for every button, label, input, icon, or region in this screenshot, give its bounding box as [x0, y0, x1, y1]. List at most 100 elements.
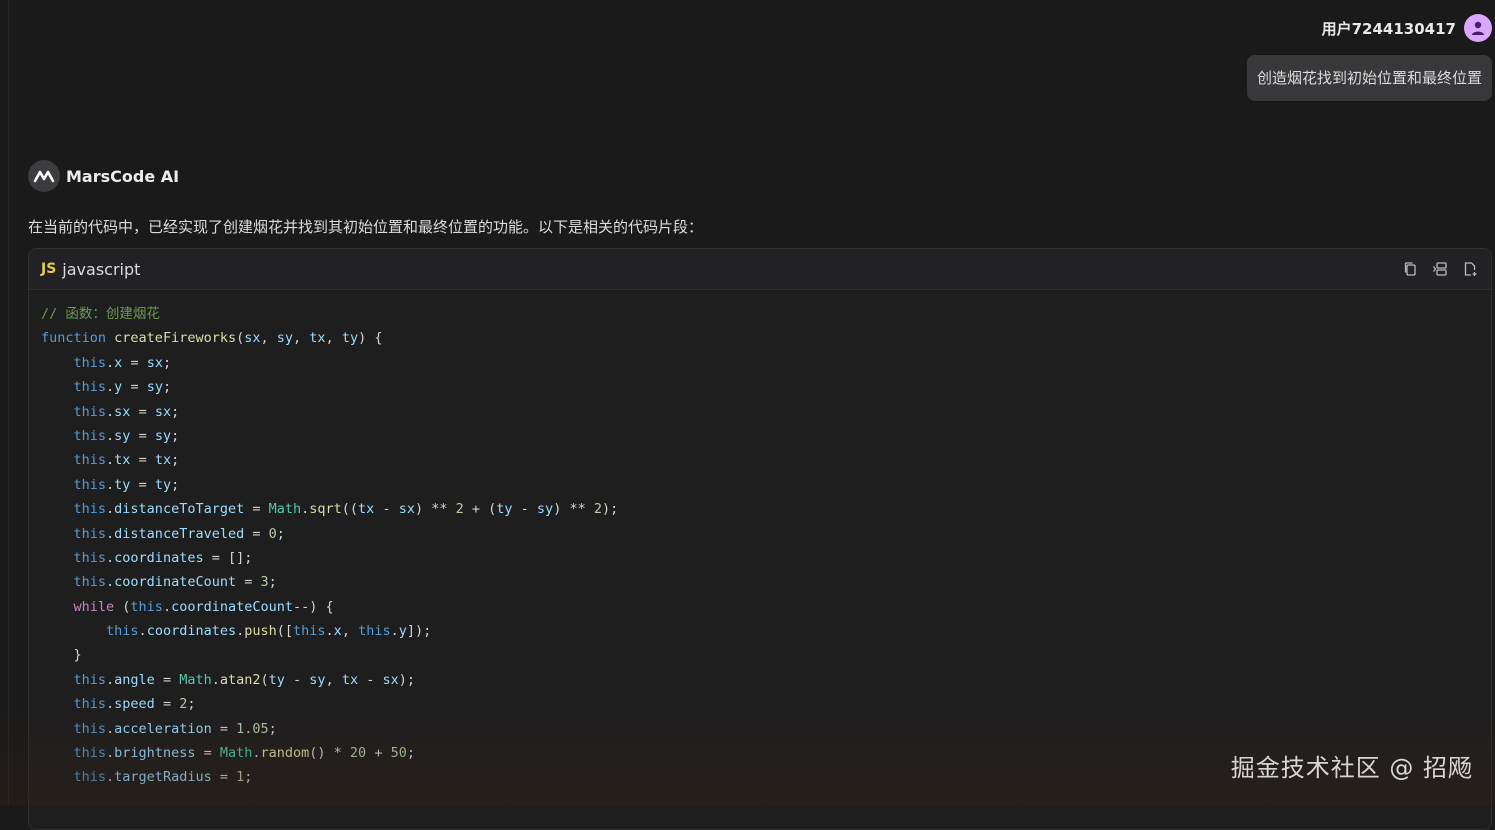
- code-block-header: JS javascript: [29, 249, 1491, 290]
- code-token: sqrt: [309, 501, 342, 518]
- code-token: speed: [114, 696, 155, 713]
- code-token: this: [358, 623, 391, 640]
- code-line: this.tx = tx;: [41, 448, 1479, 472]
- code-token: =: [130, 427, 155, 444]
- code-token: =: [244, 501, 269, 518]
- code-token: =: [130, 476, 155, 493]
- code-token: + (: [463, 501, 497, 518]
- person-icon: [1472, 21, 1484, 35]
- insert-icon: [1432, 262, 1447, 276]
- code-token: ((: [341, 501, 359, 518]
- code-token: ]);: [406, 623, 432, 640]
- code-token: createFireworks: [114, 330, 237, 347]
- code-token: this: [293, 623, 326, 640]
- code-token: this: [73, 745, 107, 762]
- code-token: .: [236, 623, 245, 640]
- code-token: }: [41, 647, 82, 664]
- code-token: sx: [154, 403, 172, 420]
- code-line: }: [41, 643, 1479, 667]
- code-block: JS javascript // 函数：创建烟花 function create…: [28, 248, 1492, 830]
- user-name: 用户7244130417: [1321, 19, 1456, 38]
- code-token: 20: [349, 745, 367, 762]
- code-token: =: [211, 720, 237, 737]
- assistant-avatar: [28, 160, 60, 192]
- code-token: ,: [260, 330, 277, 347]
- code-token: 50: [390, 745, 407, 762]
- copy-code-button[interactable]: [1401, 260, 1419, 278]
- code-token: Math: [179, 671, 212, 688]
- code-token: Math: [219, 745, 253, 762]
- code-line: this.x = sx;: [41, 351, 1479, 375]
- code-token: angle: [114, 671, 155, 688]
- code-token: .: [138, 623, 147, 640]
- code-token: sy: [154, 427, 172, 444]
- user-message-header: 用户7244130417: [1322, 14, 1492, 42]
- left-divider: [8, 0, 9, 805]
- code-token: -: [284, 671, 310, 688]
- code-token: this: [73, 574, 107, 591]
- code-token: ;: [187, 696, 196, 713]
- code-token: ;: [171, 427, 180, 444]
- code-token: sx: [382, 671, 399, 688]
- code-token: .: [162, 598, 172, 615]
- code-token: =: [195, 745, 220, 762]
- code-token: coordinateCount: [171, 598, 293, 615]
- code-token: tx: [154, 452, 172, 469]
- code-line: this.coordinates = [];: [41, 546, 1479, 570]
- code-token: .: [106, 403, 115, 420]
- code-token: .: [325, 623, 334, 640]
- watermark: 掘金技术社区 @ 招飏: [1230, 754, 1473, 782]
- code-token: y: [398, 623, 407, 640]
- code-line: this.sy = sy;: [41, 424, 1479, 448]
- code-token: ;: [268, 720, 277, 737]
- code-token: =: [211, 769, 237, 786]
- code-token: this: [73, 476, 107, 493]
- code-token: .: [106, 574, 115, 591]
- user-avatar[interactable]: [1464, 14, 1492, 42]
- code-token: this: [73, 452, 107, 469]
- code-token: ,: [341, 623, 359, 640]
- code-token: ;: [162, 379, 172, 396]
- code-token: ;: [276, 525, 285, 542]
- code-token: (: [114, 598, 131, 615]
- code-token: .: [211, 671, 220, 688]
- code-token: sy: [146, 379, 163, 396]
- code-token: ) {: [358, 330, 383, 347]
- code-token: ,: [293, 330, 310, 347]
- code-line: this.coordinateCount = 3;: [41, 570, 1479, 594]
- code-token: );: [601, 501, 619, 518]
- code-token: tx: [309, 330, 326, 347]
- insert-code-button[interactable]: [1431, 260, 1449, 278]
- marscode-logo-icon: [33, 170, 55, 183]
- code-token: this: [73, 403, 107, 420]
- code-token: ;: [162, 354, 172, 371]
- new-file-button[interactable]: [1461, 260, 1479, 278]
- code-toolbar: [1401, 260, 1479, 278]
- code-token: function: [41, 330, 107, 347]
- code-token: tx: [358, 501, 375, 518]
- code-token: --) {: [293, 598, 334, 615]
- code-language-label: javascript: [62, 259, 141, 279]
- code-token: 2: [593, 501, 602, 518]
- code-token: atan2: [219, 671, 261, 688]
- code-token: .: [106, 427, 115, 444]
- code-token: this: [73, 427, 107, 444]
- code-token: .: [106, 671, 115, 688]
- code-token: this: [106, 623, 139, 640]
- code-token: while: [73, 598, 115, 615]
- code-token: this: [73, 354, 107, 371]
- code-token: .: [106, 452, 115, 469]
- code-token: coordinates: [114, 549, 204, 566]
- code-token: this: [130, 598, 163, 615]
- code-token: ty: [496, 501, 513, 518]
- code-token: // 函数：创建烟花: [41, 306, 160, 322]
